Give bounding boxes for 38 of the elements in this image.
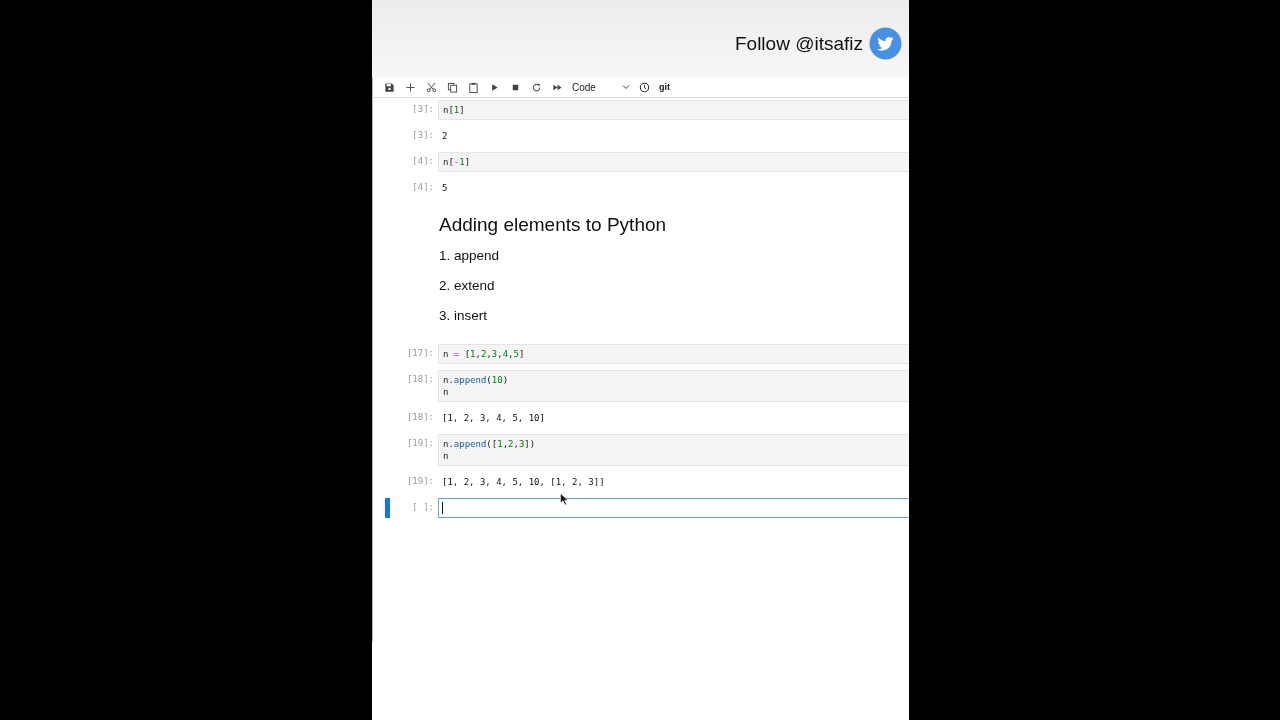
code-cell[interactable]: n = [1,2,3,4,5] (438, 344, 909, 364)
restart-icon[interactable] (531, 81, 542, 93)
output-text: [1, 2, 3, 4, 5, 10] (441, 412, 546, 425)
clock-icon[interactable] (639, 81, 650, 93)
add-icon[interactable] (405, 81, 416, 93)
follow-text: Follow @itsafiz (734, 32, 863, 55)
git-button[interactable]: git (659, 82, 670, 92)
paste-icon[interactable] (468, 81, 479, 93)
mouse-pointer-icon (560, 493, 569, 506)
markdown-heading: Adding elements to Python (439, 214, 667, 236)
list-item: 1. append (439, 248, 500, 263)
output-prompt: [3]: (411, 129, 435, 140)
input-prompt: [17]: (405, 347, 435, 358)
code-cell[interactable]: n[-1] (438, 152, 909, 172)
list-item: 2. extend (439, 278, 495, 293)
output-prompt: [18]: (405, 411, 435, 422)
copy-icon[interactable] (447, 81, 458, 93)
input-prompt: [19]: (405, 437, 435, 448)
output-text: [1, 2, 3, 4, 5, 10, [1, 2, 3]] (441, 476, 606, 489)
input-prompt: [4]: (411, 155, 435, 166)
input-prompt: [ ]: (411, 501, 435, 512)
input-prompt: [18]: (405, 373, 435, 384)
output-prompt: [4]: (411, 181, 435, 192)
cut-icon[interactable] (426, 81, 437, 93)
run-icon[interactable] (489, 81, 500, 93)
code-cell[interactable]: n.append([1,2,3]) n (438, 434, 909, 466)
output-text: 5 (441, 182, 449, 195)
list-item: 3. insert (439, 308, 488, 323)
output-text: 2 (441, 130, 449, 143)
code-cell[interactable]: n.append(10) n (438, 370, 909, 402)
save-icon[interactable] (384, 81, 395, 93)
output-prompt: [19]: (405, 475, 435, 486)
code-input-field[interactable] (438, 498, 909, 518)
cell-type-dropdown[interactable]: Code (572, 81, 630, 93)
code-cell[interactable]: n[1] (438, 100, 909, 120)
caret-icon (622, 84, 630, 90)
bird-icon (869, 27, 902, 60)
input-prompt: [3]: (411, 103, 435, 114)
